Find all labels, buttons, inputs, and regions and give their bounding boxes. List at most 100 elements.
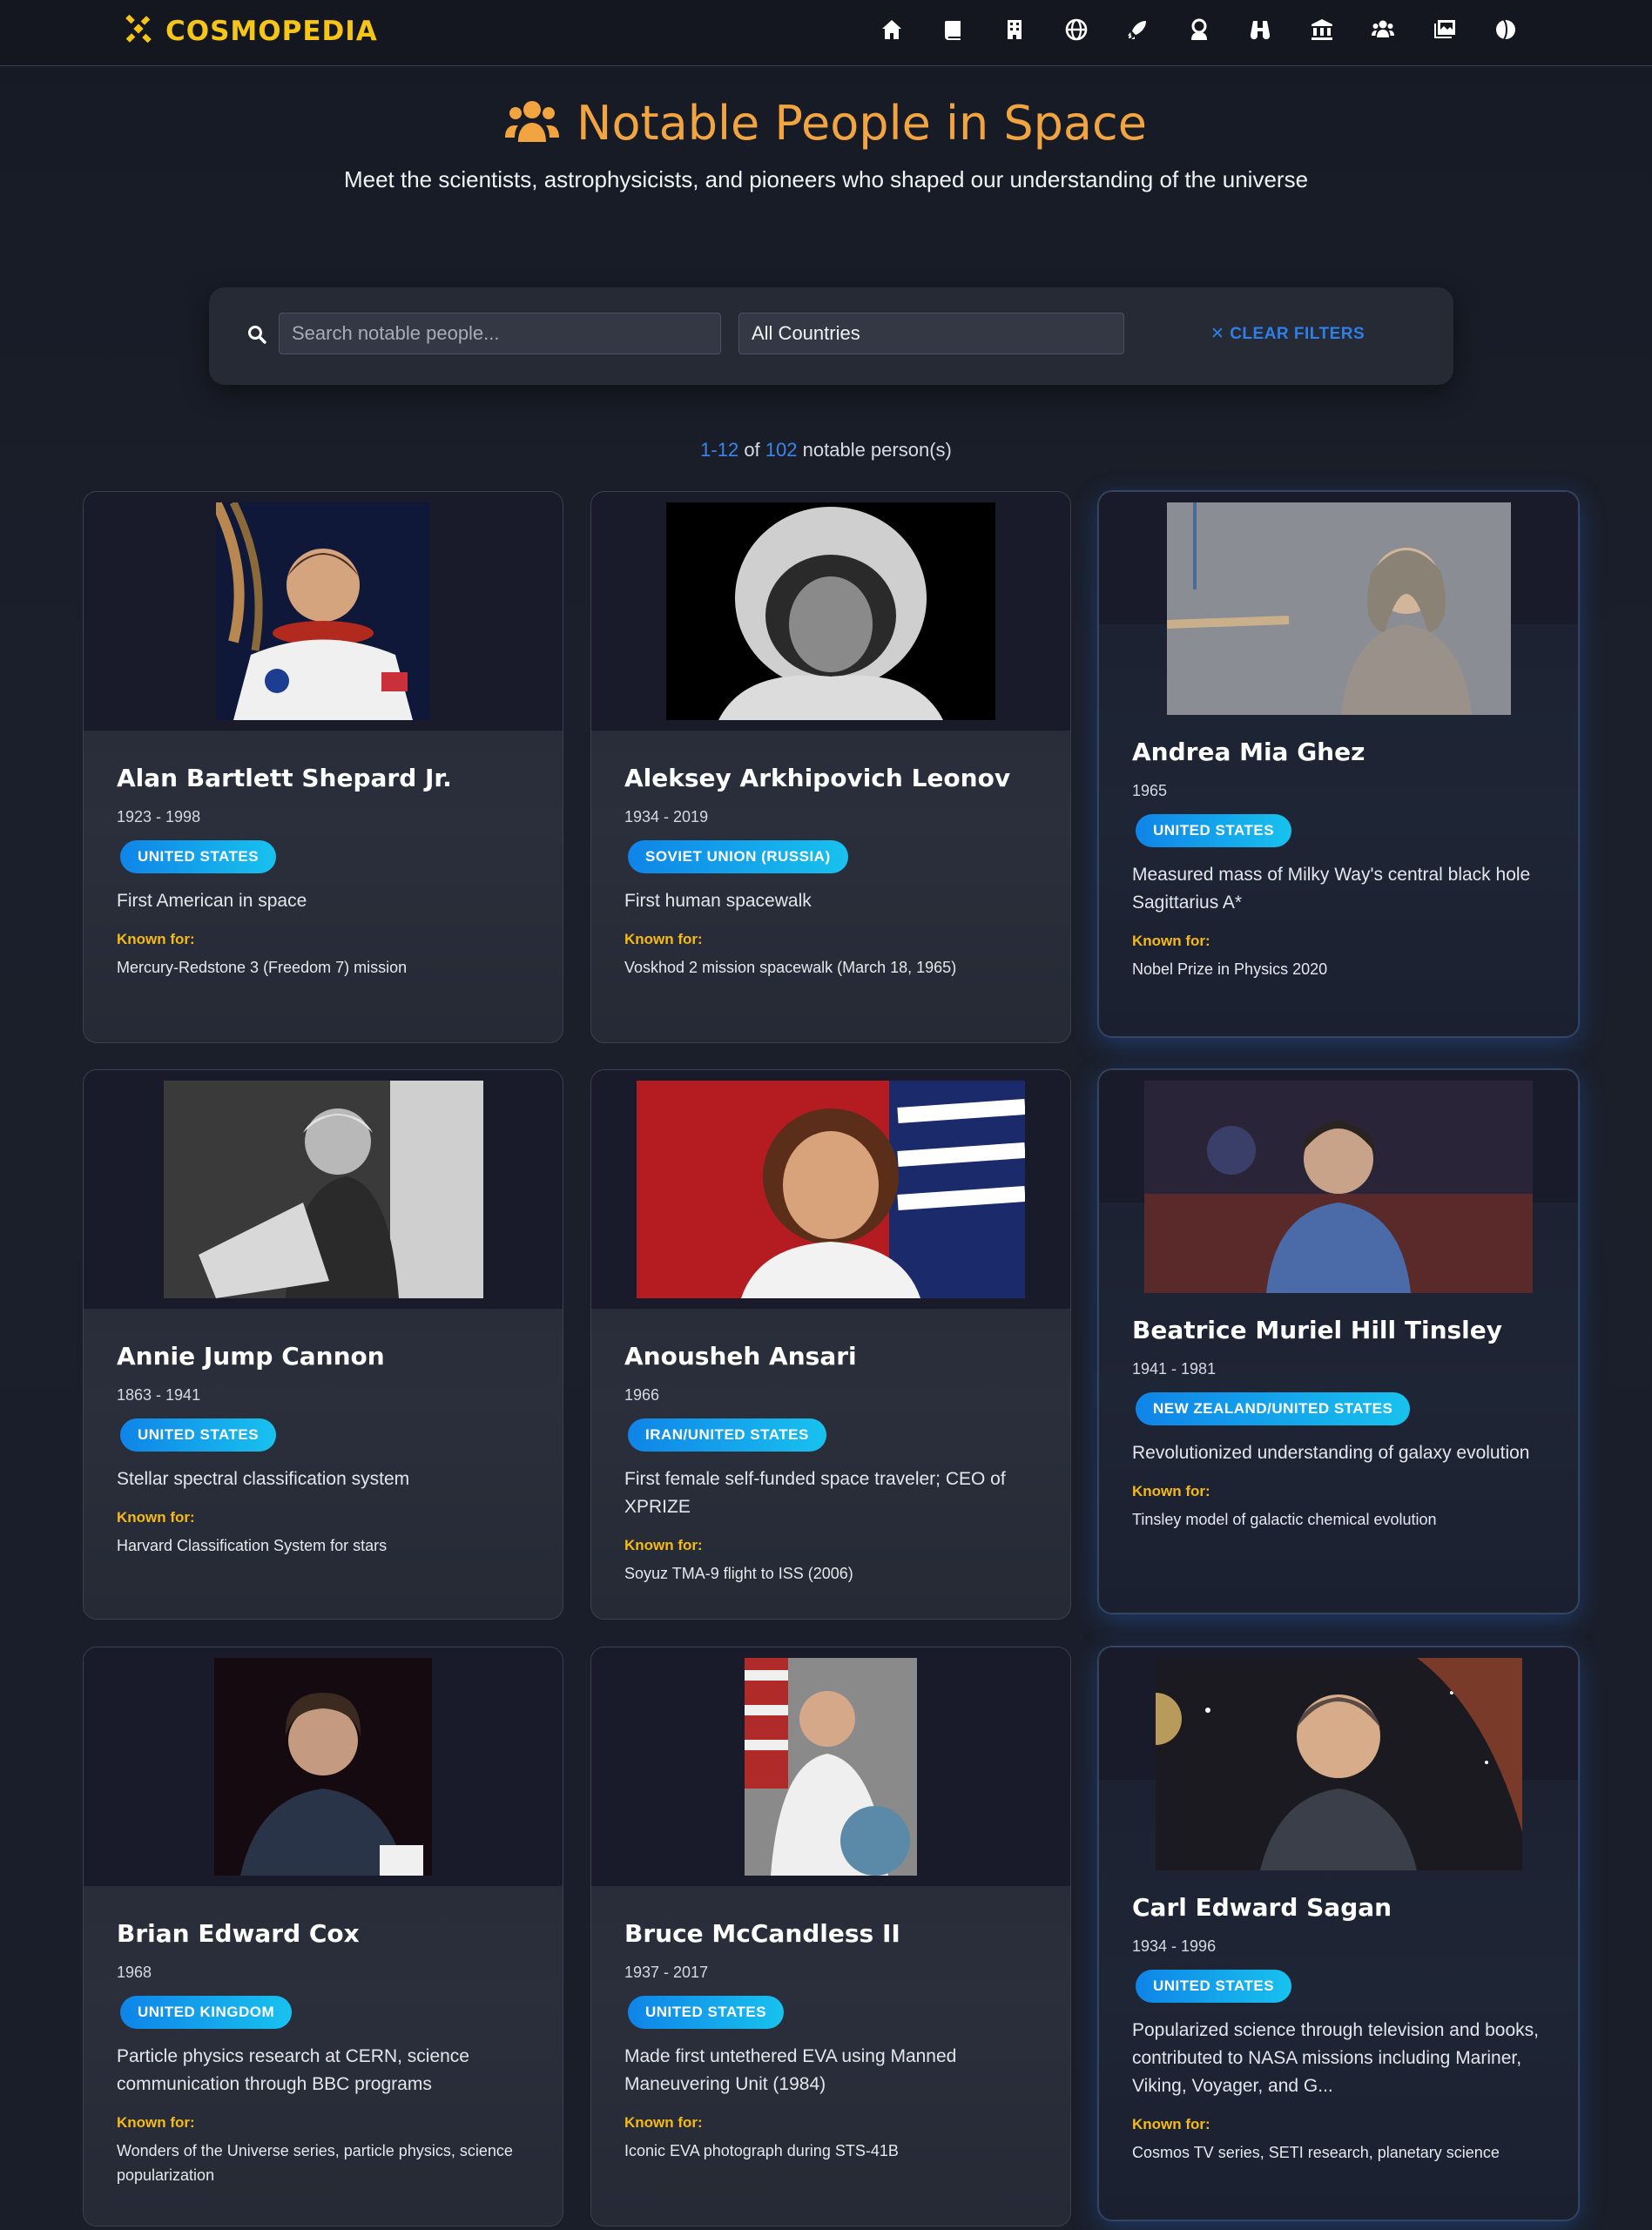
rocket-icon[interactable]: [1122, 14, 1153, 45]
results-of: of: [744, 439, 760, 461]
person-card[interactable]: Beatrice Muriel Hill Tinsley 1941 - 1981…: [1098, 1069, 1579, 1614]
person-description: Revolutionized understanding of galaxy e…: [1132, 1443, 1530, 1463]
page-header: Notable People in Space Meet the scienti…: [0, 96, 1652, 193]
person-photo: [214, 1658, 432, 1876]
results-suffix: notable person(s): [802, 439, 952, 461]
known-for-label: Known for:: [624, 2114, 703, 2131]
people-icon[interactable]: [1367, 14, 1399, 45]
person-years: 1934 - 2019: [624, 808, 709, 825]
country-badge: SOVIET UNION (RUSSIA): [628, 840, 848, 873]
person-name: Bruce McCandless II: [624, 1919, 900, 1948]
known-for-text: Harvard Classification System for stars: [117, 1537, 388, 1554]
known-for-text: Voskhod 2 mission spacewalk (March 18, 1…: [624, 959, 957, 976]
page-subtitle: Meet the scientists, astrophysicists, an…: [343, 166, 1309, 192]
person-description: First female self-funded space traveler;…: [624, 1469, 1006, 1517]
person-photo: [745, 1658, 917, 1876]
person-name: Carl Edward Sagan: [1132, 1893, 1392, 1922]
known-for-text: Wonders of the Universe series, particle…: [117, 2142, 513, 2184]
person-name: Anousheh Ansari: [624, 1342, 857, 1371]
results-count: 1-12 of 102 notable person(s): [0, 439, 1652, 461]
country-badge: UNITED STATES: [120, 840, 277, 873]
country-badge: UNITED STATES: [120, 1418, 277, 1452]
person-name: Beatrice Muriel Hill Tinsley: [1132, 1316, 1503, 1344]
person-card[interactable]: Anousheh Ansari 1966 IRAN/UNITED STATES …: [590, 1069, 1071, 1620]
person-card[interactable]: Aleksey Arkhipovich Leonov 1934 - 2019 S…: [590, 491, 1071, 1043]
person-years: 1968: [117, 1964, 152, 1981]
person-description: First human spacewalk: [624, 891, 812, 911]
person-photo: [1166, 502, 1511, 715]
person-years: 1923 - 1998: [117, 808, 201, 825]
book-icon[interactable]: [938, 14, 969, 45]
known-for-label: Known for:: [624, 1537, 703, 1553]
person-name: Annie Jump Cannon: [117, 1342, 385, 1371]
person-photo: [1144, 1081, 1533, 1293]
person-years: 1937 - 2017: [624, 1964, 709, 1981]
person-photo: [637, 1081, 1025, 1298]
person-years: 1965: [1132, 782, 1168, 799]
search-icon: [247, 325, 266, 348]
person-description: Stellar spectral classification system: [117, 1469, 410, 1489]
people-group-icon: [505, 98, 577, 148]
country-badge: UNITED STATES: [628, 1996, 785, 2029]
museum-icon[interactable]: [1306, 14, 1338, 45]
brand-logo[interactable]: COSMOPEDIA: [124, 14, 378, 48]
person-name: Alan Bartlett Shepard Jr.: [117, 764, 452, 792]
known-for-text: Mercury-Redstone 3 (Freedom 7) mission: [117, 959, 408, 976]
filter-bar: All Countries ✕ CLEAR FILTERS: [209, 287, 1453, 385]
person-years: 1941 - 1981: [1132, 1360, 1217, 1378]
top-navbar: COSMOPEDIA: [0, 0, 1652, 66]
person-name: Andrea Mia Ghez: [1132, 738, 1365, 766]
binoculars-icon[interactable]: [1244, 14, 1276, 45]
results-total: 102: [765, 439, 798, 461]
country-badge: UNITED KINGDOM: [120, 1996, 293, 2029]
known-for-label: Known for:: [117, 931, 195, 947]
known-for-text: Nobel Prize in Physics 2020: [1132, 960, 1328, 978]
country-badge: NEW ZEALAND/UNITED STATES: [1136, 1392, 1411, 1425]
page-title: Notable People in Space: [577, 96, 1147, 151]
person-years: 1863 - 1941: [117, 1386, 201, 1404]
moon-icon[interactable]: [1490, 14, 1521, 45]
known-for-text: Tinsley model of galactic chemical evolu…: [1132, 1511, 1437, 1528]
gallery-icon[interactable]: [1429, 14, 1460, 45]
person-name: Brian Edward Cox: [117, 1919, 360, 1948]
known-for-text: Iconic EVA photograph during STS-41B: [624, 2142, 899, 2159]
known-for-label: Known for:: [117, 1509, 195, 1526]
person-description: Popularized science through television a…: [1132, 2020, 1539, 2096]
country-badge: UNITED STATES: [1136, 814, 1292, 847]
person-photo: [1155, 1658, 1522, 1870]
country-badge: IRAN/UNITED STATES: [628, 1418, 826, 1452]
person-card[interactable]: Carl Edward Sagan 1934 - 1996 UNITED STA…: [1098, 1647, 1579, 2220]
person-card[interactable]: Annie Jump Cannon 1863 - 1941 UNITED STA…: [83, 1069, 563, 1620]
person-years: 1934 - 1996: [1132, 1937, 1217, 1955]
known-for-label: Known for:: [1132, 1483, 1210, 1499]
building-icon[interactable]: [999, 14, 1030, 45]
country-badge: UNITED STATES: [1136, 1970, 1292, 2003]
person-card[interactable]: Bruce McCandless II 1937 - 2017 UNITED S…: [590, 1647, 1071, 2227]
known-for-label: Known for:: [117, 2114, 195, 2131]
brand-name: COSMOPEDIA: [165, 15, 378, 47]
known-for-text: Soyuz TMA-9 flight to ISS (2006): [624, 1565, 853, 1582]
person-description: Particle physics research at CERN, scien…: [117, 2046, 469, 2094]
person-description: Measured mass of Milky Way's central bla…: [1132, 865, 1531, 913]
person-name: Aleksey Arkhipovich Leonov: [624, 764, 1011, 792]
person-card[interactable]: Andrea Mia Ghez 1965 UNITED STATES Measu…: [1098, 491, 1579, 1037]
person-card[interactable]: Brian Edward Cox 1968 UNITED KINGDOM Par…: [83, 1647, 563, 2227]
person-years: 1966: [624, 1386, 660, 1404]
known-for-label: Known for:: [1132, 2116, 1210, 2132]
satellite-icon: [124, 14, 153, 48]
person-photo: [163, 1081, 483, 1298]
home-icon[interactable]: [876, 14, 907, 45]
person-description: First American in space: [117, 891, 307, 911]
known-for-label: Known for:: [624, 931, 703, 947]
known-for-text: Cosmos TV series, SETI research, planeta…: [1132, 2144, 1500, 2161]
astronaut-icon[interactable]: [1183, 14, 1215, 45]
person-card[interactable]: Alan Bartlett Shepard Jr. 1923 - 1998 UN…: [83, 491, 563, 1043]
results-range: 1-12: [700, 439, 739, 461]
clear-filters-button[interactable]: ✕ CLEAR FILTERS: [1210, 324, 1365, 344]
nav-icon-bar: [876, 14, 1552, 45]
search-input[interactable]: [279, 313, 721, 354]
country-select[interactable]: All Countries: [738, 313, 1124, 354]
person-photo: [666, 502, 995, 720]
globe-icon[interactable]: [1061, 14, 1092, 45]
known-for-label: Known for:: [1132, 933, 1210, 949]
